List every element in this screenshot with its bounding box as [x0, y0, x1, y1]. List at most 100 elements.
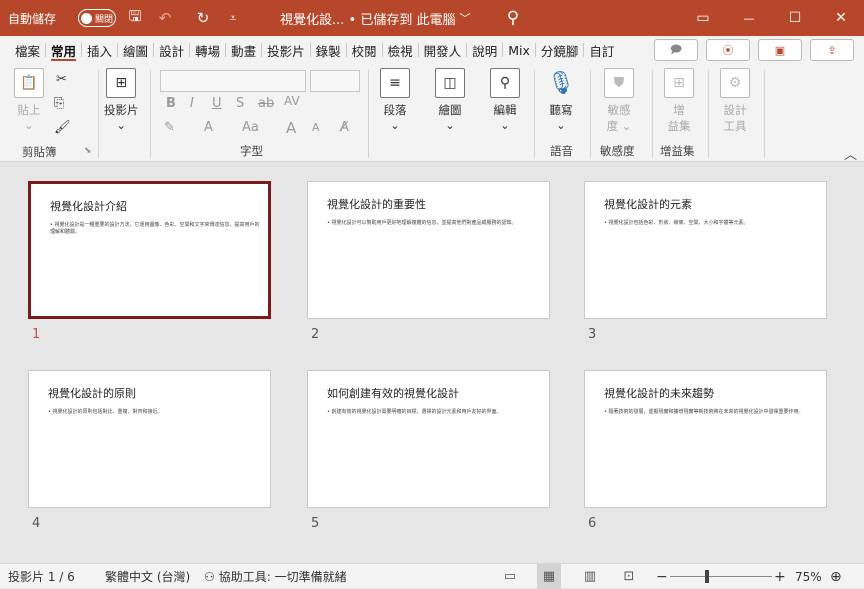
redo-icon[interactable]: ↻: [190, 0, 216, 36]
underline-icon[interactable]: U: [212, 96, 222, 111]
tab-1[interactable]: 常用: [46, 36, 81, 64]
accessibility-indicator[interactable]: ⚇ 協助工具: 一切準備就緒: [204, 564, 347, 589]
maximize-button[interactable]: ☐: [772, 0, 818, 36]
fit-to-window-icon[interactable]: ⊕: [830, 564, 842, 589]
zoom-out-button[interactable]: −: [656, 564, 668, 589]
slide-body: • 視覺化設計的原則包括對比、重複、對齊和接近。: [48, 409, 163, 415]
bold-icon[interactable]: B: [166, 96, 176, 111]
font-name-combo[interactable]: [160, 70, 306, 92]
cut-icon[interactable]: ✂: [56, 72, 67, 87]
reading-view-icon[interactable]: ▥: [578, 564, 602, 589]
highlight-icon[interactable]: ✎: [164, 120, 175, 135]
designer-button[interactable]: ⚙ 設計 工具: [720, 68, 750, 134]
zoom-slider-thumb[interactable]: [704, 570, 709, 583]
slide-thumbnail[interactable]: 如何創建有效的視覺化設計 • 創建有效的視覺化設計需要明確的目標，選擇的設計元素和…: [307, 370, 550, 508]
tab-12[interactable]: 說明: [467, 36, 502, 64]
slide-sorter: 視覺化設計介紹 • 視覺化設計是一種重要的設計方法，它運用圖像、色彩、空間和文字來…: [0, 163, 864, 563]
qat-more-icon[interactable]: ⩡: [220, 0, 246, 36]
slideshow-view-icon[interactable]: ⊡: [617, 564, 641, 589]
paragraph-button[interactable]: ≡ 段落 ⌄: [380, 68, 410, 132]
divider: [534, 70, 535, 158]
tab-2[interactable]: 插入: [82, 36, 117, 64]
font-group-label: 字型: [240, 144, 263, 158]
new-slide-button[interactable]: ⊞ 投影片 ⌄: [104, 68, 139, 132]
search-icon[interactable]: ⚲: [500, 0, 526, 36]
paste-button[interactable]: 📋 貼上 ⌄: [14, 68, 44, 132]
share-icon: ⇪: [827, 43, 837, 57]
slide-body: • 隨著技術的發展，虛擬現實和擴增現實等新技術將在未來的視覺化設計中發揮重要作用…: [604, 409, 804, 415]
slide-thumbnail[interactable]: 視覺化設計的重要性 • 視覺化設計可以幫助用戶更好地理解複雜的信息，並提高他們對產…: [307, 181, 550, 319]
tab-10[interactable]: 檢視: [383, 36, 418, 64]
shrink-font-icon[interactable]: A: [312, 121, 320, 134]
tab-15[interactable]: 自訂: [584, 36, 619, 64]
voice-group-label: 語音: [550, 144, 573, 158]
slide-number: 3: [588, 327, 597, 342]
slide-thumbnail[interactable]: 視覺化設計的未來趨勢 • 隨著技術的發展，虛擬現實和擴增現實等新技術將在未來的視覺…: [584, 370, 827, 508]
font-size-combo[interactable]: [310, 70, 360, 92]
slide-body: • 視覺化設計是一種重要的設計方法，它運用圖像、色彩、空間和文字來傳達信息，提高…: [50, 222, 260, 235]
zoom-slider[interactable]: [670, 576, 772, 577]
undo-icon[interactable]: ↶: [152, 0, 178, 36]
format-painter-icon[interactable]: 🖌: [54, 120, 71, 135]
font-color-icon[interactable]: A: [204, 120, 213, 135]
editing-icon: ⚲: [490, 68, 520, 98]
slide-thumbnail[interactable]: 視覺化設計的元素 • 視覺化設計包括色彩、形狀、線條、空間、大小和字體等元素。: [584, 181, 827, 319]
tab-8[interactable]: 錄製: [311, 36, 346, 64]
close-button[interactable]: ✕: [818, 0, 864, 36]
drawing-label: 繪圖: [438, 103, 462, 117]
change-case-icon[interactable]: Aa: [242, 120, 259, 135]
slide-title: 視覺化設計的元素: [604, 198, 692, 211]
drawing-chevron-icon: ⌄: [445, 118, 455, 132]
document-title[interactable]: 視覺化設... • 已儲存到 此電腦 ﹀: [280, 0, 470, 36]
tab-13[interactable]: Mix: [503, 36, 535, 64]
tab-4[interactable]: 設計: [154, 36, 189, 64]
tab-7[interactable]: 投影片: [262, 36, 310, 64]
slide-sorter-view-icon[interactable]: ▦: [537, 564, 561, 589]
slide-number: 2: [311, 327, 320, 342]
comments-button[interactable]: 🗩: [654, 39, 698, 61]
tab-14[interactable]: 分鏡腳: [536, 36, 584, 64]
italic-icon[interactable]: I: [190, 96, 194, 111]
present-button[interactable]: ▣: [758, 39, 802, 61]
minimize-button[interactable]: —: [726, 0, 772, 36]
designer-line1: 設計: [723, 103, 747, 117]
shadow-icon[interactable]: S: [236, 96, 244, 111]
tab-9[interactable]: 校閱: [347, 36, 382, 64]
divider: [368, 70, 369, 158]
tab-11[interactable]: 開發人: [419, 36, 467, 64]
clipboard-launcher-icon[interactable]: ⬊: [84, 146, 92, 156]
sensitivity-button[interactable]: ⛊ 敏感 度 ⌄: [604, 68, 634, 134]
editing-button[interactable]: ⚲ 編輯 ⌄: [490, 68, 520, 132]
share-button[interactable]: ⇪: [810, 39, 854, 61]
strikethrough-icon[interactable]: ab: [258, 96, 274, 111]
tab-6[interactable]: 動畫: [226, 36, 261, 64]
zoom-level[interactable]: 75%: [795, 564, 822, 589]
char-spacing-icon[interactable]: AV: [284, 94, 300, 108]
slide-thumbnail[interactable]: 視覺化設計介紹 • 視覺化設計是一種重要的設計方法，它運用圖像、色彩、空間和文字來…: [28, 181, 271, 319]
addins-line2: 益集: [667, 119, 691, 133]
dictate-button[interactable]: 🎙 聽寫 ⌄: [546, 68, 576, 133]
slide-number: 6: [588, 516, 597, 531]
grow-font-icon[interactable]: A: [286, 119, 296, 137]
addins-group-label: 增益集: [660, 144, 695, 158]
collapse-ribbon-icon[interactable]: ︿: [844, 144, 857, 163]
addins-button[interactable]: ⊞ 增 益集: [664, 68, 694, 134]
dictate-label: 聽寫: [549, 103, 573, 117]
slide-thumbnail[interactable]: 視覺化設計的原則 • 視覺化設計的原則包括對比、重複、對齊和接近。: [28, 370, 271, 508]
tab-5[interactable]: 轉場: [190, 36, 225, 64]
copy-icon[interactable]: ⎘: [54, 96, 64, 111]
normal-view-icon[interactable]: ▭: [498, 564, 522, 589]
clear-formatting-icon[interactable]: A̸: [340, 120, 349, 135]
autosave-toggle[interactable]: 關閉: [78, 9, 116, 27]
drawing-button[interactable]: ◫ 繪圖 ⌄: [435, 68, 465, 132]
tab-3[interactable]: 繪圖: [118, 36, 153, 64]
save-icon[interactable]: 🖫: [122, 0, 148, 36]
ribbon-display-icon[interactable]: ▭: [680, 0, 726, 36]
present-icon: ▣: [774, 43, 786, 57]
paragraph-label: 段落: [383, 103, 407, 117]
zoom-in-button[interactable]: +: [774, 564, 786, 589]
record-button[interactable]: ⦿: [706, 39, 750, 61]
tab-0[interactable]: 檔案: [10, 36, 45, 64]
clipboard-label: 剪貼簿: [22, 145, 57, 159]
language-indicator[interactable]: 繁體中文 (台灣): [105, 564, 190, 589]
